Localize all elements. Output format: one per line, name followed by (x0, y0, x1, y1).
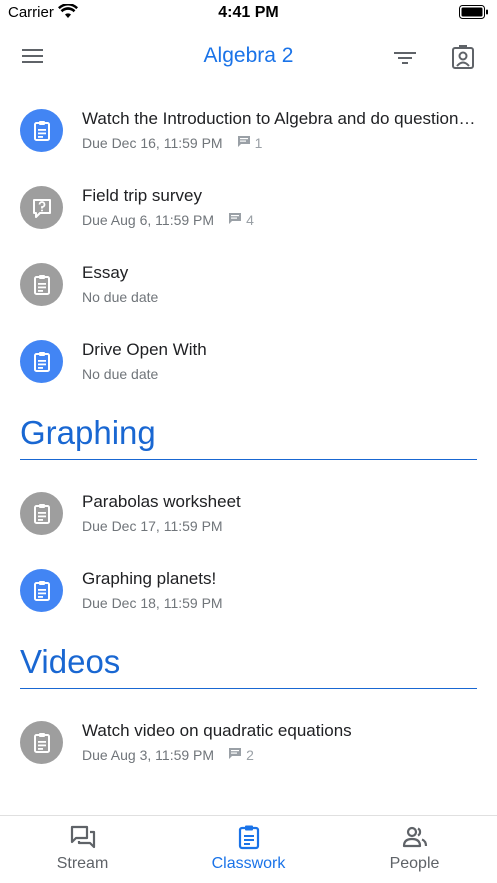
item-title: Graphing planets! (82, 569, 217, 588)
item-title: Essay (82, 263, 129, 282)
classwork-icon (238, 825, 259, 850)
section-header[interactable]: Videos (0, 627, 497, 702)
comment-icon (228, 212, 242, 228)
section-title: Graphing (20, 414, 156, 451)
assignment-icon (20, 263, 63, 306)
item-title: Drive Open With (82, 340, 207, 359)
assignment-icon (20, 492, 63, 535)
item-due: Due Dec 16, 11:59 PM 1 (82, 135, 262, 151)
list-item[interactable]: Drive Open With No due date (0, 321, 497, 398)
status-time: 4:41 PM (218, 4, 279, 21)
due-date: Due Dec 17, 11:59 PM (82, 518, 223, 534)
list-item[interactable]: Watch video on quadratic equations Due A… (0, 702, 497, 779)
list-item[interactable]: Watch the Introduction to Algebra and do… (0, 90, 497, 167)
bottom-nav: Stream Classwork People (0, 815, 497, 883)
classwork-list: Watch the Introduction to Algebra and do… (0, 90, 497, 779)
item-due: Due Dec 18, 11:59 PM (82, 595, 223, 611)
item-title: Parabolas worksheet (82, 492, 241, 511)
assignment-icon (20, 109, 63, 152)
nav-classwork-label: Classwork (211, 855, 286, 872)
nav-classwork[interactable]: Classwork (166, 816, 331, 883)
item-due: Due Dec 17, 11:59 PM (82, 518, 223, 534)
item-title: Watch video on quadratic equations (82, 721, 352, 740)
people-icon (402, 826, 427, 848)
comment-count: 1 (254, 135, 263, 151)
nav-stream-label: Stream (56, 855, 109, 872)
due-date: Due Aug 6, 11:59 PM (82, 212, 215, 228)
profile-icon[interactable] (448, 42, 478, 72)
list-item[interactable]: Field trip survey Due Aug 6, 11:59 PM 4 (0, 167, 497, 244)
comment-count: 2 (246, 747, 254, 763)
filter-icon[interactable] (391, 44, 419, 72)
assignment-icon (20, 340, 63, 383)
section-divider (20, 459, 477, 460)
item-due: Due Aug 3, 11:59 PM 2 (82, 747, 254, 763)
due-date: No due date (82, 366, 159, 382)
item-title: Field trip survey (82, 186, 202, 205)
comment-icon (237, 135, 251, 151)
nav-stream[interactable]: Stream (0, 816, 165, 883)
due-date: Due Aug 3, 11:59 PM (82, 747, 215, 763)
page-title: Algebra 2 (203, 44, 294, 67)
stream-icon (70, 825, 95, 849)
item-due: No due date (82, 366, 158, 382)
item-due: Due Aug 6, 11:59 PM 4 (82, 212, 254, 228)
due-date: Due Dec 18, 11:59 PM (82, 595, 223, 611)
section-title: Videos (20, 643, 121, 680)
app-bar: Algebra 2 (0, 26, 497, 90)
list-item[interactable]: Essay No due date (0, 244, 497, 321)
assignment-icon (20, 569, 63, 612)
item-title: Watch the Introduction to Algebra and do… (82, 109, 476, 128)
section-divider (20, 688, 477, 689)
nav-people-label: People (389, 855, 440, 872)
assignment-icon (20, 721, 63, 764)
status-bar: Carrier 4:41 PM (0, 0, 497, 26)
battery-icon (459, 5, 489, 24)
due-date: No due date (82, 289, 159, 305)
item-due: No due date (82, 289, 158, 305)
section-header[interactable]: Graphing (0, 398, 497, 473)
list-item[interactable]: Parabolas worksheet Due Dec 17, 11:59 PM (0, 473, 497, 550)
nav-people[interactable]: People (332, 816, 497, 883)
comment-count: 4 (246, 212, 254, 228)
due-date: Due Dec 16, 11:59 PM (82, 135, 223, 151)
comment-icon (228, 747, 242, 763)
question-icon (20, 186, 63, 229)
list-item[interactable]: Graphing planets! Due Dec 18, 11:59 PM (0, 550, 497, 627)
